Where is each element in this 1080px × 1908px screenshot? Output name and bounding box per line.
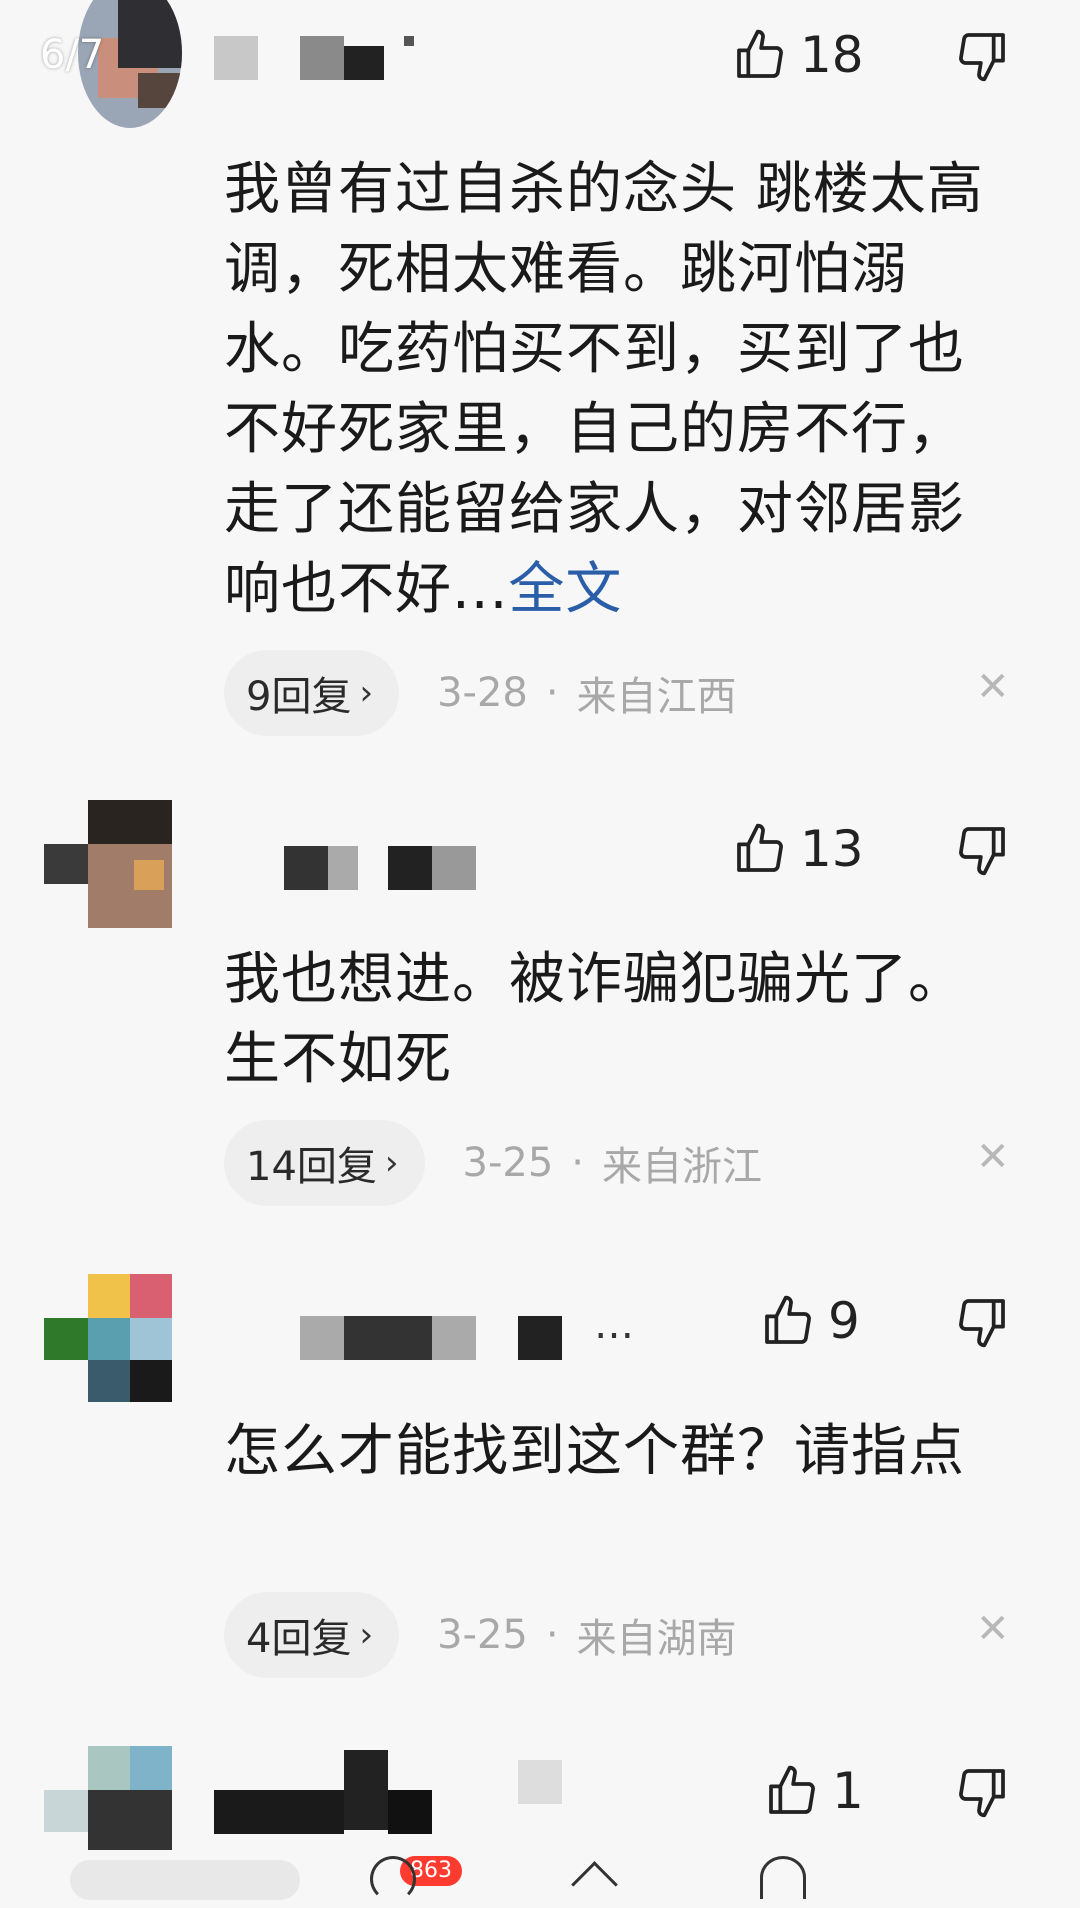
username-redacted[interactable] <box>214 36 654 84</box>
like-count: 13 <box>800 820 864 878</box>
close-icon[interactable]: ✕ <box>976 664 1010 710</box>
username-redacted[interactable] <box>214 846 654 894</box>
like-count: 1 <box>832 1762 864 1820</box>
chevron-right-icon: › <box>384 1143 399 1183</box>
like-count: 9 <box>828 1292 860 1350</box>
comment-location: 来自江西 <box>576 674 737 720</box>
comment-location: 来自浙江 <box>602 1144 763 1190</box>
dislike-button[interactable] <box>954 822 1010 882</box>
comment-location: 来自湖南 <box>576 1616 737 1662</box>
replies-button[interactable]: 9回复 › <box>224 650 400 736</box>
share-icon[interactable] <box>571 1861 618 1908</box>
comment-meta: 9回复 › 3-28 · 来自江西 <box>224 650 737 736</box>
dislike-button[interactable] <box>954 1294 1010 1354</box>
comment-date: 3-25 <box>462 1140 554 1186</box>
username-ellipsis: … <box>594 1302 634 1348</box>
thumbs-up-icon <box>769 1765 815 1814</box>
avatar[interactable] <box>44 1274 172 1402</box>
comment-meta: 14回复 › 3-25 · 来自浙江 <box>224 1120 762 1206</box>
chevron-right-icon: › <box>359 673 374 713</box>
like-button[interactable]: 1 <box>764 1762 864 1820</box>
comment-text: 怎么才能找到这个群？请指点 <box>224 1419 965 1484</box>
replies-count: 14回复 <box>246 1144 377 1190</box>
thumbs-up-icon <box>737 823 783 872</box>
comment-icon[interactable] <box>370 1856 416 1902</box>
meta-separator: · <box>545 1612 559 1658</box>
like-button[interactable]: 13 <box>732 820 864 878</box>
username-redacted[interactable]: … <box>214 1302 654 1364</box>
thumbs-down-icon <box>959 33 1005 82</box>
chevron-right-icon: › <box>359 1615 374 1655</box>
like-count: 18 <box>800 26 864 84</box>
close-icon[interactable]: ✕ <box>976 1606 1010 1652</box>
replies-button[interactable]: 14回复 › <box>224 1120 425 1206</box>
comment-text-content: 我曾有过自杀的念头 跳楼太高调，死相太难看。跳河怕溺水。吃药怕买不到，买到了也不… <box>224 157 984 622</box>
page-indicator: 6/7 <box>40 32 105 78</box>
bottom-toolbar: 863 <box>0 1850 1080 1908</box>
comment-input[interactable] <box>70 1860 300 1900</box>
comment-date: 3-25 <box>437 1612 528 1658</box>
comment-meta: 4回复 › 3-25 · 来自湖南 <box>224 1592 737 1678</box>
fulltext-link[interactable]: 全文 <box>508 557 622 622</box>
avatar[interactable] <box>44 1746 172 1850</box>
comment-text: 我曾有过自杀的念头 跳楼太高调，死相太难看。跳河怕溺水。吃药怕买不到，买到了也不… <box>224 150 1014 630</box>
thumbs-down-icon <box>959 1299 1005 1348</box>
dislike-button[interactable] <box>954 28 1010 88</box>
comment-text: 我也想进。被诈骗犯骗光了。生不如死 <box>224 947 965 1092</box>
replies-button[interactable]: 4回复 › <box>224 1592 400 1678</box>
close-icon[interactable]: ✕ <box>976 1134 1010 1180</box>
replies-count: 4回复 <box>246 1616 352 1662</box>
dislike-button[interactable] <box>954 1764 1010 1824</box>
thumbs-up-icon <box>737 29 783 78</box>
username-redacted[interactable] <box>214 1750 654 1834</box>
thumbs-up-icon <box>765 1295 811 1344</box>
replies-count: 9回复 <box>246 674 352 720</box>
comment-date: 3-28 <box>437 670 528 716</box>
avatar[interactable] <box>44 800 172 928</box>
thumbs-down-icon <box>959 827 1005 876</box>
like-button[interactable]: 9 <box>760 1292 860 1350</box>
like-button[interactable]: 18 <box>732 26 864 84</box>
like-icon[interactable] <box>760 1856 806 1899</box>
meta-separator: · <box>545 670 559 716</box>
thumbs-down-icon <box>959 1769 1005 1818</box>
meta-separator: · <box>571 1140 585 1186</box>
